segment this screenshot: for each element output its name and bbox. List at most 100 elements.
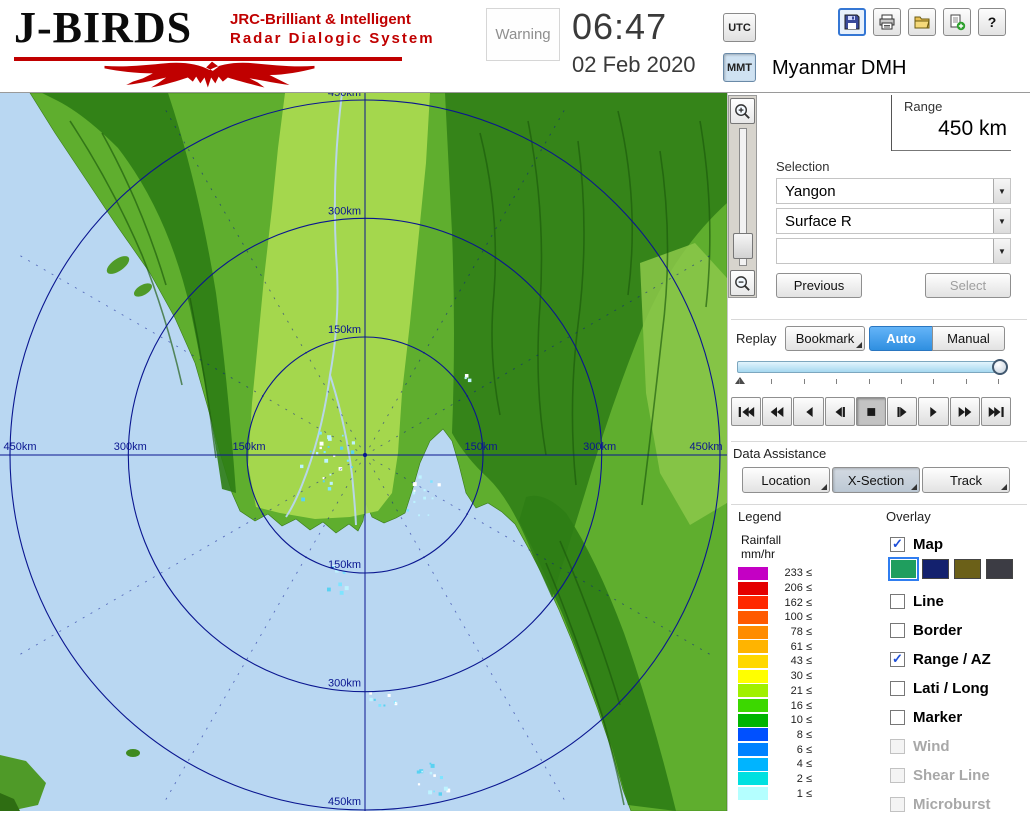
product-dropdown[interactable]: Surface R ▼: [776, 208, 1011, 234]
stop-button[interactable]: [855, 397, 887, 426]
manual-button[interactable]: Manual: [932, 326, 1005, 351]
ring-distance-label: 150km: [328, 324, 361, 336]
overlay-label: Range / AZ: [913, 650, 991, 668]
step-forward-button[interactable]: [887, 397, 918, 426]
print-icon: [879, 14, 895, 30]
legend-value: 10 ≤: [790, 714, 812, 727]
chevron-down-icon[interactable]: ▼: [993, 209, 1010, 233]
play-icon: [930, 406, 938, 417]
map-color-swatch-4[interactable]: [986, 559, 1013, 579]
checkbox-range-az[interactable]: ✓: [890, 651, 905, 667]
overlay-label: Microburst: [913, 795, 991, 813]
play-button[interactable]: [918, 397, 949, 426]
overlay-label: Map: [913, 535, 943, 553]
fast-rewind-icon: [770, 406, 784, 417]
legend-row: 8 ≤: [738, 728, 858, 743]
legend-value: 233 ≤: [784, 567, 812, 580]
overlay-item-line: Line: [886, 589, 944, 613]
radar-echo: [318, 431, 322, 435]
bookmark-button[interactable]: Bookmark: [785, 326, 865, 351]
legend-row: 2 ≤: [738, 772, 858, 787]
warning-label: Warning: [495, 26, 551, 43]
site-dropdown[interactable]: Yangon ▼: [776, 178, 1011, 204]
ring-distance-label: 150km: [464, 441, 497, 453]
location-button[interactable]: Location: [742, 467, 830, 493]
legend-value: 16 ≤: [790, 699, 812, 712]
skip-start-button[interactable]: [731, 397, 762, 426]
legend-swatch: [738, 654, 768, 668]
timeline-handle[interactable]: [992, 359, 1008, 375]
radar-echo: [351, 466, 354, 468]
fast-forward-button[interactable]: [949, 397, 980, 426]
zoom-slider[interactable]: [733, 128, 753, 266]
chevron-down-icon[interactable]: ▼: [993, 179, 1010, 203]
separator: [731, 319, 1027, 320]
radar-echo: [378, 704, 382, 707]
radar-echo: [323, 451, 326, 454]
jbirds-logo: J-BIRDS JRC-Brilliant & Intelligent Rada…: [8, 2, 488, 92]
legend-swatch: [738, 713, 768, 727]
export-button[interactable]: [943, 8, 971, 36]
open-button[interactable]: [908, 8, 936, 36]
map-color-swatch-3[interactable]: [954, 559, 981, 579]
radar-echo: [319, 441, 324, 446]
zoom-out-button[interactable]: [730, 270, 755, 296]
legend-value: 21 ≤: [790, 684, 812, 697]
map-color-swatch-1[interactable]: [888, 557, 919, 581]
checkbox-lati-long[interactable]: [890, 680, 905, 696]
x-section-label: X-Section: [847, 472, 905, 488]
checkbox-wind: [890, 738, 905, 754]
legend-swatch: [738, 757, 768, 771]
save-icon: [844, 14, 860, 30]
option-dropdown[interactable]: ▼: [776, 238, 1011, 264]
radar-map[interactable]: 150km 150km 150km 150km 300km 300km 300km 300km…: [0, 93, 727, 811]
radar-echo: [428, 790, 432, 795]
checkbox-border[interactable]: [890, 622, 905, 638]
auto-button[interactable]: Auto: [869, 326, 933, 351]
x-section-button[interactable]: X-Section: [832, 467, 920, 493]
legend-value: 206 ≤: [784, 582, 812, 595]
mmt-button[interactable]: MMT: [723, 53, 756, 82]
overlay-title: Overlay: [886, 509, 931, 524]
radar-echo: [369, 692, 372, 695]
legend-row: 4 ≤: [738, 757, 858, 772]
radar-echo: [329, 473, 332, 476]
map-color-swatch-2[interactable]: [922, 559, 949, 579]
legend-swatch: [738, 669, 768, 683]
separator: [731, 504, 1027, 505]
previous-button[interactable]: Previous: [776, 273, 862, 298]
radar-echo: [351, 441, 355, 445]
zoom-in-button[interactable]: [730, 98, 755, 124]
replay-timeline-slider[interactable]: [737, 359, 1008, 375]
utc-button[interactable]: UTC: [723, 13, 756, 42]
step-back-button[interactable]: [824, 397, 855, 426]
radar-echo: [346, 459, 349, 462]
fast-rewind-button[interactable]: [762, 397, 793, 426]
checkbox-line[interactable]: [890, 593, 905, 609]
legend-row: 1 ≤: [738, 786, 858, 801]
playback-controls: [731, 397, 1011, 426]
checkbox-marker[interactable]: [890, 709, 905, 725]
track-button[interactable]: Track: [922, 467, 1010, 493]
select-button[interactable]: Select: [925, 273, 1011, 298]
legend-scale: 233 ≤ 206 ≤162 ≤ 100 ≤ 78 ≤61 ≤ 43 ≤ 30 ≤21 ≤…: [738, 566, 858, 801]
print-button[interactable]: [873, 8, 901, 36]
radar-echo: [350, 450, 355, 454]
radar-echo: [464, 376, 467, 380]
radar-echo: [324, 458, 329, 463]
play-back-button[interactable]: [793, 397, 824, 426]
legend-swatch: [738, 625, 768, 639]
timeline-ticks: [739, 379, 1003, 385]
overlay-item-map: ✓ Map: [886, 532, 943, 556]
checkbox-map[interactable]: ✓: [890, 536, 905, 552]
chevron-down-icon[interactable]: ▼: [993, 239, 1010, 263]
jbirds-app: J-BIRDS JRC-Brilliant & Intelligent Rada…: [0, 0, 1030, 813]
radar-echo: [319, 446, 322, 450]
zoom-slider-thumb[interactable]: [733, 233, 753, 259]
legend-row: 233 ≤: [738, 566, 858, 581]
legend-row: 206 ≤: [738, 581, 858, 596]
save-button[interactable]: [838, 8, 866, 36]
legend-swatch: [738, 787, 768, 801]
skip-end-button[interactable]: [980, 397, 1011, 426]
help-button[interactable]: ?: [978, 8, 1006, 36]
